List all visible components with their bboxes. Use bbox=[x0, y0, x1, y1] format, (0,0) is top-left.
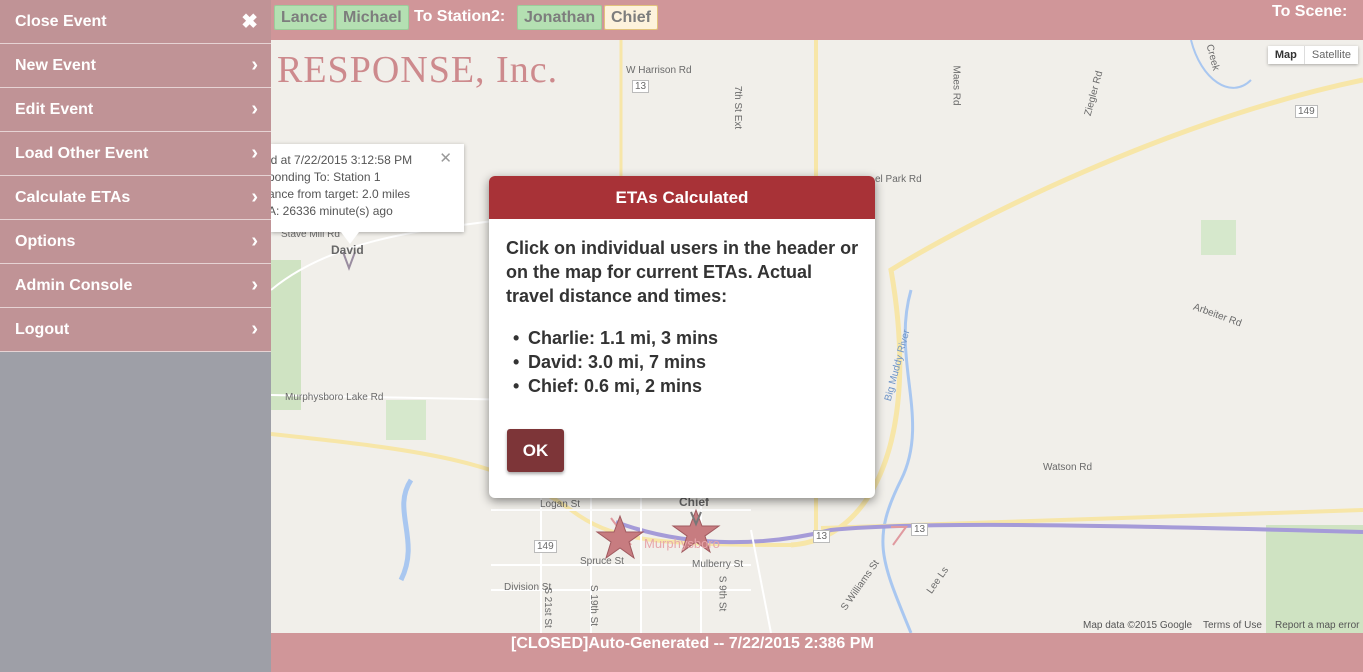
menu-close-event[interactable]: Close Event ✖ bbox=[0, 0, 271, 44]
event-status-text: [CLOSED]Auto-Generated -- 7/22/2015 2:38… bbox=[511, 635, 874, 652]
map-label: S 9th St bbox=[716, 575, 728, 612]
sidebar: Close Event ✖ New Event › Edit Event › L… bbox=[0, 0, 271, 672]
responder-header: Lance Michael To Station2: Jonathan Chie… bbox=[271, 0, 1363, 40]
menu-admin-console[interactable]: Admin Console › bbox=[0, 264, 271, 308]
eta-list-item: David: 3.0 mi, 7 mins bbox=[506, 350, 859, 374]
map-type-map-button[interactable]: Map bbox=[1268, 46, 1304, 64]
map-label: S 19th St bbox=[588, 584, 600, 627]
marker-david[interactable]: David bbox=[331, 243, 364, 257]
chevron-right-icon: › bbox=[251, 230, 258, 252]
dialog-intro-text: Click on individual users in the header … bbox=[506, 238, 859, 306]
map-label: Spruce St bbox=[580, 556, 624, 567]
menu-label: Admin Console bbox=[15, 276, 133, 294]
route-shield-13: 13 bbox=[632, 80, 650, 93]
route-shield-149: 149 bbox=[534, 540, 557, 553]
menu-options[interactable]: Options › bbox=[0, 220, 271, 264]
map-type-control: Map Satellite bbox=[1267, 46, 1358, 64]
close-icon[interactable]: ✕ bbox=[439, 150, 452, 167]
menu-label: New Event bbox=[15, 56, 96, 74]
chevron-right-icon: › bbox=[251, 98, 258, 120]
map-label: el Park Rd bbox=[875, 174, 922, 185]
dialog-body: Click on individual users in the header … bbox=[489, 219, 875, 398]
event-status-bar: [CLOSED]Auto-Generated -- 7/22/2015 2:38… bbox=[271, 633, 1363, 672]
user-chip-michael[interactable]: Michael bbox=[336, 5, 409, 30]
terms-of-use-link[interactable]: Terms of Use bbox=[1203, 620, 1262, 631]
menu-logout[interactable]: Logout › bbox=[0, 308, 271, 352]
eta-list-item: Charlie: 1.1 mi, 3 mins bbox=[506, 326, 859, 350]
menu-edit-event[interactable]: Edit Event › bbox=[0, 88, 271, 132]
route-shield-13: 13 bbox=[813, 530, 831, 543]
info-eta: A: 26336 minute(s) ago bbox=[271, 204, 393, 218]
map-label: 7th St Ext bbox=[732, 85, 744, 130]
chevron-right-icon: › bbox=[251, 186, 258, 208]
response-logo-watermark: RESPONSE, Inc. bbox=[277, 49, 559, 91]
close-icon: ✖ bbox=[241, 11, 258, 33]
map-label: Maes Rd bbox=[950, 65, 962, 106]
ok-button[interactable]: OK bbox=[507, 429, 564, 472]
chevron-right-icon: › bbox=[251, 142, 258, 164]
map-label: S 21st St bbox=[541, 587, 553, 628]
chevron-right-icon: › bbox=[251, 318, 258, 340]
to-scene-label: To Scene: bbox=[1272, 3, 1348, 20]
menu-label: Load Other Event bbox=[15, 144, 149, 162]
user-chip-chief[interactable]: Chief bbox=[604, 5, 658, 30]
menu-calculate-etas[interactable]: Calculate ETAs › bbox=[0, 176, 271, 220]
menu-label: Close Event bbox=[15, 12, 107, 30]
marker-info-window: id at 7/22/2015 3:12:58 PM ponding To: S… bbox=[271, 144, 464, 232]
menu-label: Logout bbox=[15, 320, 70, 338]
dialog-title: ETAs Calculated bbox=[489, 176, 875, 219]
eta-list: Charlie: 1.1 mi, 3 mins David: 3.0 mi, 7… bbox=[506, 326, 859, 398]
report-map-error-link[interactable]: Report a map error bbox=[1275, 620, 1359, 631]
chevron-right-icon: › bbox=[251, 54, 258, 76]
menu-label: Options bbox=[15, 232, 76, 250]
map-label: Logan St bbox=[540, 499, 581, 510]
menu-load-other-event[interactable]: Load Other Event › bbox=[0, 132, 271, 176]
menu-new-event[interactable]: New Event › bbox=[0, 44, 271, 88]
menu-label: Calculate ETAs bbox=[15, 188, 131, 206]
map-label: Murphysboro Lake Rd bbox=[285, 392, 384, 403]
info-distance: ance from target: 2.0 miles bbox=[271, 187, 411, 201]
info-reported-at: id at 7/22/2015 3:12:58 PM bbox=[271, 153, 413, 167]
user-chip-lance[interactable]: Lance bbox=[274, 5, 335, 30]
map-attribution: Map data ©2015 Google bbox=[1083, 620, 1193, 631]
route-shield-13: 13 bbox=[911, 523, 929, 536]
chevron-right-icon: › bbox=[251, 274, 258, 296]
eta-list-item: Chief: 0.6 mi, 2 mins bbox=[506, 374, 859, 398]
map-label: Murphysboro bbox=[644, 536, 720, 551]
route-shield-149: 149 bbox=[1295, 105, 1318, 118]
info-responding-to: ponding To: Station 1 bbox=[271, 170, 381, 184]
to-station2-label: To Station2: bbox=[414, 8, 506, 25]
map-label: Watson Rd bbox=[1043, 462, 1093, 473]
map-label: Mulberry St bbox=[692, 559, 744, 570]
user-chip-jonathan[interactable]: Jonathan bbox=[517, 5, 603, 30]
etas-calculated-dialog: ETAs Calculated Click on individual user… bbox=[489, 176, 875, 498]
map-label: W Harrison Rd bbox=[626, 65, 692, 76]
map-type-satellite-button[interactable]: Satellite bbox=[1303, 46, 1358, 64]
menu-label: Edit Event bbox=[15, 100, 94, 118]
